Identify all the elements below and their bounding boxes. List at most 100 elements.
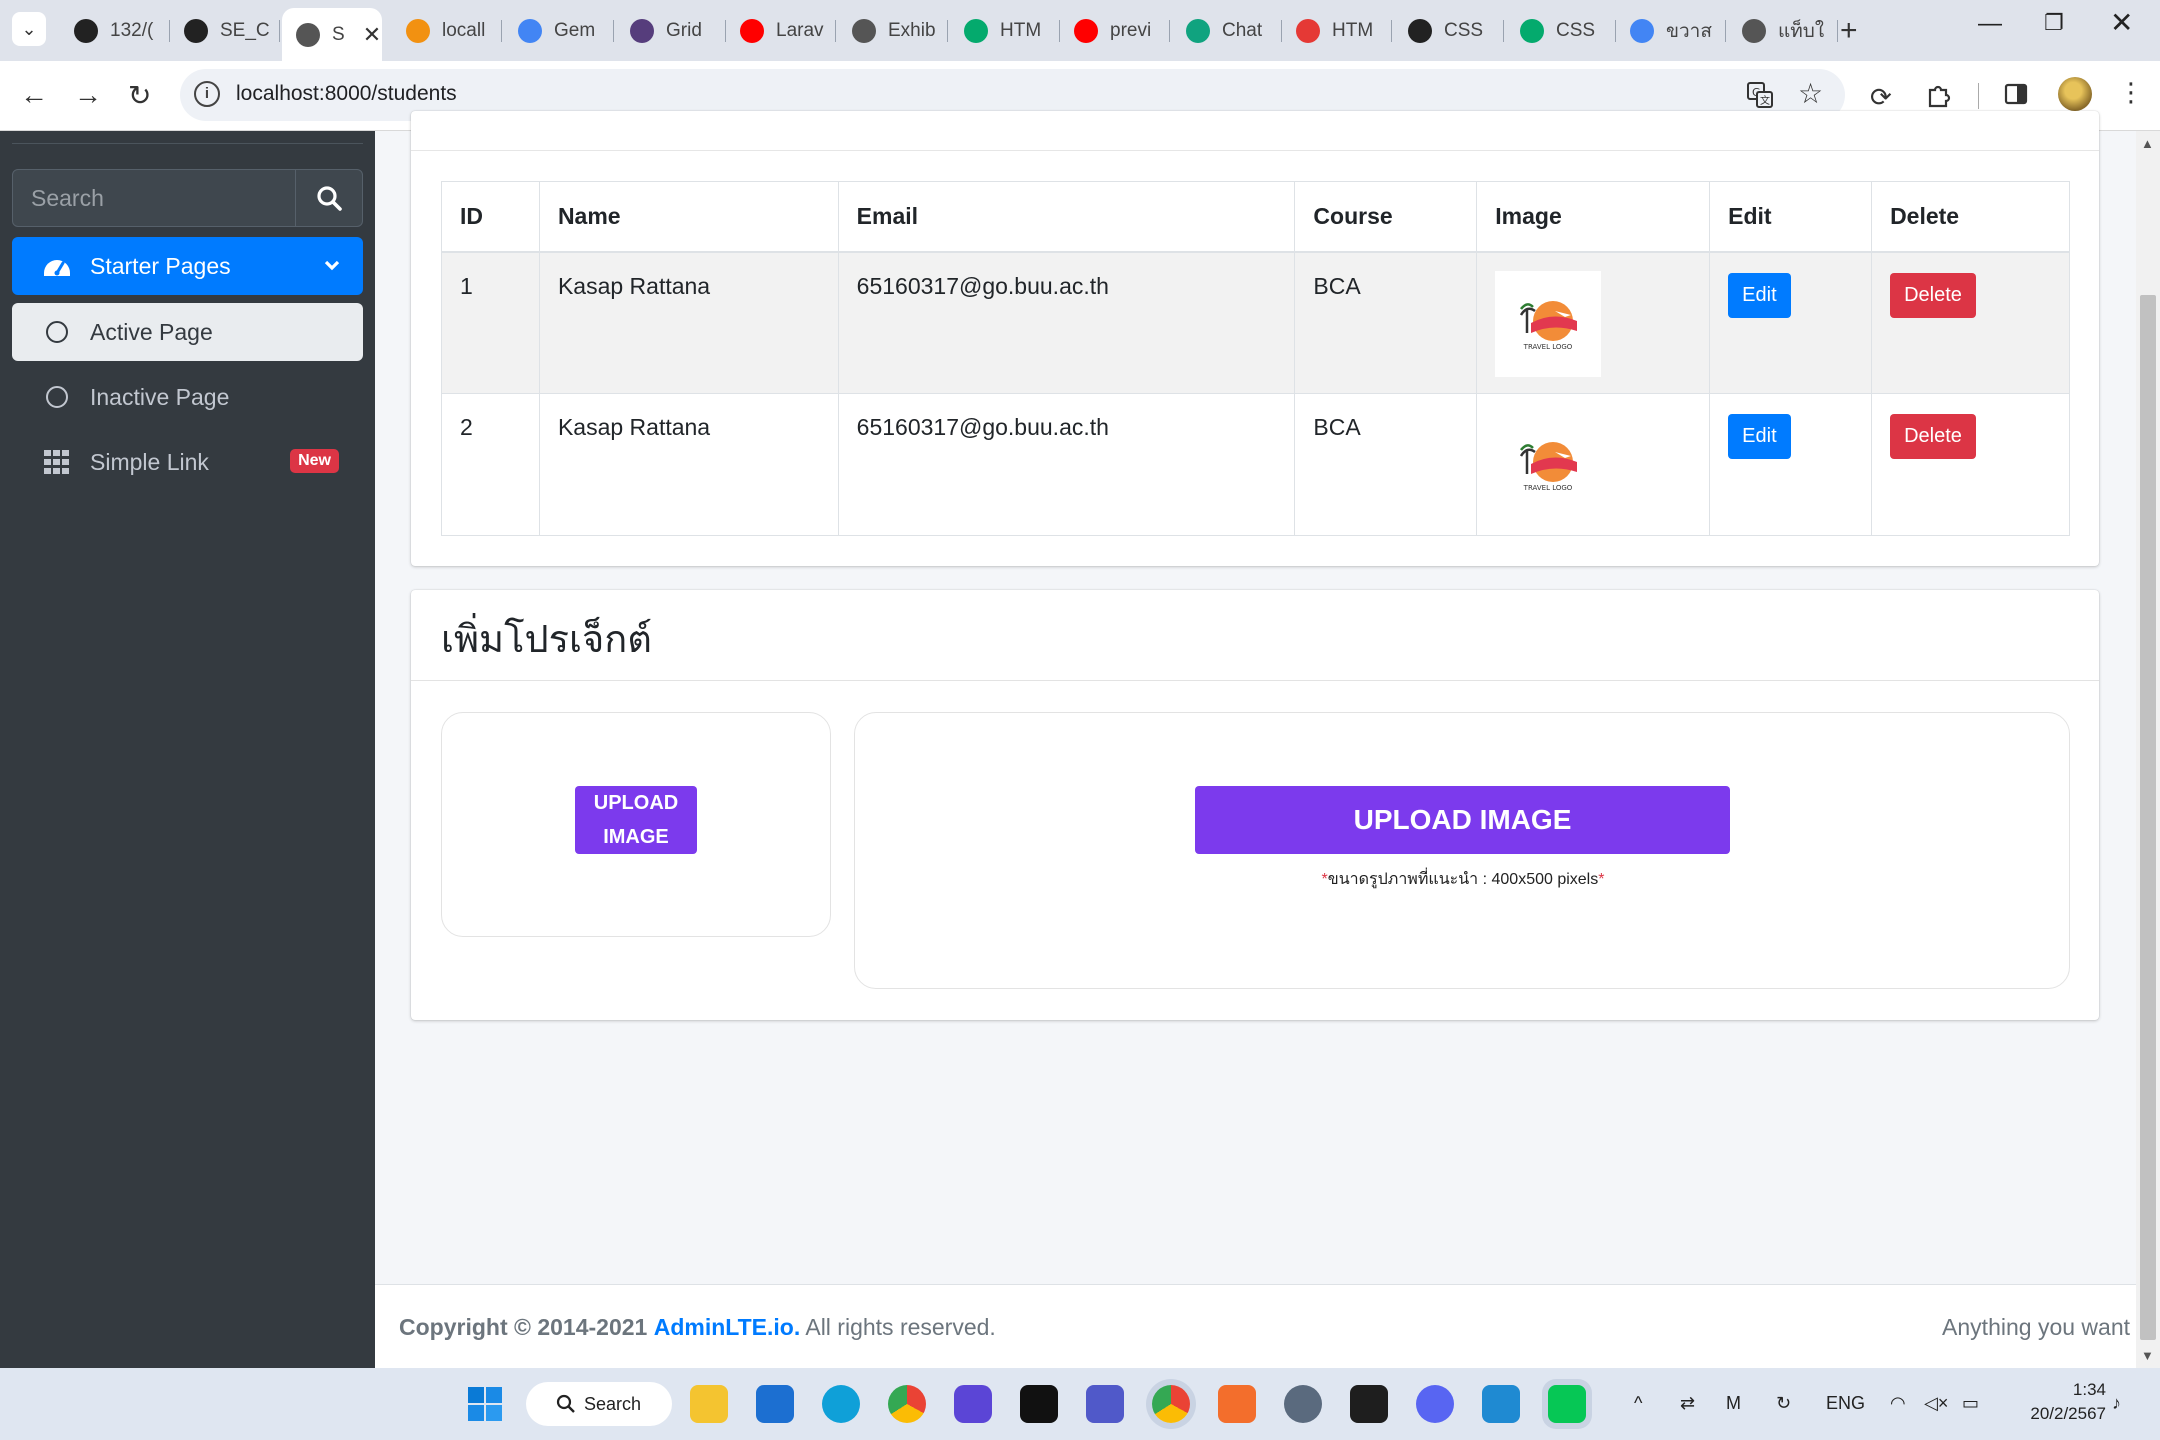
history-sync-icon[interactable]: ⟳	[1870, 82, 1892, 113]
browser-tab[interactable]: HTM	[1282, 8, 1392, 54]
table-row: 2 Kasap Rattana 65160317@go.buu.ac.th BC…	[441, 393, 2070, 536]
browser-tab[interactable]: S ✕	[282, 8, 382, 61]
browser-tab[interactable]: แท็บใ	[1728, 8, 1838, 54]
browser-tab[interactable]: ขวาส	[1616, 8, 1726, 54]
travel-logo-image: TRAVEL LOGO	[1520, 442, 1578, 492]
scrollbar-thumb[interactable]	[2140, 295, 2156, 1340]
figma-icon[interactable]	[1350, 1385, 1388, 1423]
intellij-icon[interactable]	[1020, 1385, 1058, 1423]
browser-tab[interactable]: SE_C	[170, 8, 280, 54]
url-text[interactable]: localhost:8000/students	[236, 82, 457, 106]
wifi-icon[interactable]: ◠	[1890, 1393, 1906, 1414]
side-panel-icon[interactable]	[2004, 82, 2028, 113]
sidebar-item-inactive-page[interactable]: Inactive Page	[12, 368, 363, 426]
teams-icon[interactable]	[1086, 1385, 1124, 1423]
student-image: TRAVEL LOGO	[1495, 270, 1602, 377]
discord-icon[interactable]	[1416, 1385, 1454, 1423]
tab-search-button[interactable]: ⌄	[12, 12, 46, 46]
scroll-down-arrow[interactable]: ▼	[2141, 1348, 2154, 1363]
browser-tab[interactable]: Larav	[726, 8, 836, 54]
file-explorer-icon[interactable]	[690, 1385, 728, 1423]
edit-button[interactable]: Edit	[1728, 414, 1791, 459]
scroll-up-arrow[interactable]: ▲	[2141, 136, 2154, 151]
sidebar-search-input[interactable]	[13, 170, 296, 226]
tab-close-icon[interactable]: ✕	[363, 22, 381, 48]
more-menu-icon[interactable]: ⋮	[2118, 77, 2144, 108]
youtube-icon	[1074, 19, 1098, 43]
chrome-icon	[1742, 19, 1766, 43]
tab-title: CSS	[1556, 20, 1596, 41]
browser-tab[interactable]: Grid	[616, 8, 726, 54]
sidebar-item-active-page[interactable]: Active Page	[12, 303, 363, 361]
back-arrow-icon[interactable]: ←	[20, 79, 48, 111]
footer-brand-link[interactable]: AdminLTE.io.	[654, 1314, 801, 1340]
browser-tab[interactable]: HTM	[950, 8, 1060, 54]
site-info-icon[interactable]: i	[194, 81, 220, 107]
browser-tab[interactable]: Exhib	[838, 8, 948, 54]
new-tab-button[interactable]: +	[1840, 14, 1858, 48]
restore-button[interactable]: ❐	[2044, 10, 2064, 36]
sidebar-search	[12, 169, 363, 227]
close-window-button[interactable]: ✕	[2110, 6, 2133, 39]
browser-tab[interactable]: CSS	[1394, 8, 1504, 54]
reload-icon[interactable]: ↻	[128, 79, 151, 112]
delete-button[interactable]: Delete	[1890, 272, 1976, 318]
upload-label-line: UPLOAD	[593, 792, 679, 814]
profile-avatar[interactable]	[2058, 77, 2092, 111]
clock-time: 1:34	[2072, 1380, 2106, 1399]
chrome-active-icon[interactable]	[1152, 1385, 1190, 1423]
tab-title: Chat	[1222, 20, 1263, 41]
column-header: Delete	[1871, 181, 2070, 253]
sync-icon[interactable]: ↻	[1776, 1393, 1791, 1414]
windows-start-icon[interactable]	[466, 1385, 504, 1423]
delete-button[interactable]: Delete	[1890, 414, 1976, 459]
google-icon	[1630, 19, 1654, 43]
sidebar-item-label: Inactive Page	[90, 383, 230, 410]
upload-image-button[interactable]: UPLOAD IMAGE	[1195, 786, 1730, 854]
gmail-icon[interactable]: M	[1726, 1393, 1741, 1414]
table-header-row: ID Name Email Course Image Edit Delete	[441, 181, 2070, 253]
search-icon	[556, 1394, 575, 1413]
taskbar-clock[interactable]: 1:34 20/2/2567	[2010, 1378, 2106, 1426]
minimize-button[interactable]: —	[1978, 10, 2002, 38]
page-footer: Copyright © 2014-2021 AdminLTE.io. All r…	[375, 1284, 2136, 1368]
xampp-icon[interactable]	[1218, 1385, 1256, 1423]
language-indicator[interactable]: ENG	[1826, 1393, 1865, 1414]
copilot-icon[interactable]	[954, 1385, 992, 1423]
bookmark-star-icon[interactable]: ☆	[1798, 77, 1823, 110]
forward-arrow-icon[interactable]: →	[74, 79, 102, 111]
browser-tab[interactable]: 132/(	[60, 8, 170, 54]
phpmyadmin-icon	[406, 19, 430, 43]
sidebar-item-starter-pages[interactable]: Starter Pages	[12, 237, 363, 295]
search-button[interactable]	[295, 170, 362, 226]
line-icon[interactable]	[1548, 1385, 1586, 1423]
taskbar-search[interactable]: Search	[526, 1382, 672, 1426]
browser-tab[interactable]: CSS	[1506, 8, 1616, 54]
cell-image: TRAVEL LOGO	[1476, 393, 1711, 536]
tab-title: Grid	[666, 20, 702, 41]
chrome-icon[interactable]	[888, 1385, 926, 1423]
edge-icon[interactable]	[822, 1385, 860, 1423]
w3schools-icon	[1520, 19, 1544, 43]
notification-bell-icon[interactable]: ♪	[2112, 1393, 2121, 1414]
volume-muted-icon[interactable]: ◁×	[1924, 1393, 1948, 1414]
tab-title: S	[332, 23, 345, 45]
edit-button[interactable]: Edit	[1728, 272, 1791, 318]
chevron-up-icon[interactable]: ^	[1634, 1393, 1642, 1414]
browser-tab[interactable]: Chat	[1172, 8, 1282, 54]
mail-icon[interactable]	[756, 1385, 794, 1423]
browser-tab[interactable]: Gem	[504, 8, 614, 54]
battery-icon[interactable]: ▭	[1962, 1393, 1979, 1414]
column-header: Name	[538, 181, 839, 253]
settings-icon[interactable]	[1284, 1385, 1322, 1423]
globe-icon	[296, 22, 320, 47]
browser-tab[interactable]: previ	[1060, 8, 1170, 54]
sidebar-item-simple-link[interactable]: Simple Link New	[12, 433, 363, 491]
svg-text:TRAVEL LOGO: TRAVEL LOGO	[1523, 343, 1573, 351]
tab-title: CSS	[1444, 20, 1484, 41]
network-activity-icon[interactable]: ⇄	[1680, 1393, 1695, 1414]
upload-image-button-small[interactable]: UPLOAD IMAGE	[575, 786, 697, 854]
cell-email: 65160317@go.buu.ac.th	[837, 393, 1296, 536]
browser-tab[interactable]: locall	[392, 8, 502, 54]
vscode-icon[interactable]	[1482, 1385, 1520, 1423]
